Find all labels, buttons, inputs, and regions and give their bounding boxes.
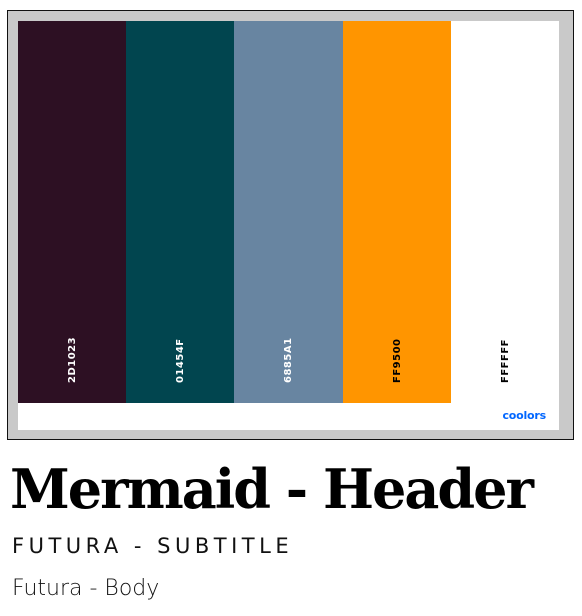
swatch-hex-label: 6885A1 xyxy=(283,337,295,383)
palette-frame: 2D1023 01454F 6885A1 FF9500 FFFFFF coolo… xyxy=(7,10,574,440)
body-font-sample: Futura - Body xyxy=(12,576,160,601)
subtitle-font-sample: FUTURA - SUBTITLE xyxy=(12,534,294,558)
swatch-5[interactable]: FFFFFF xyxy=(450,21,559,403)
swatch-4[interactable]: FF9500 xyxy=(342,21,451,403)
coolors-logo[interactable]: coolors xyxy=(502,409,546,422)
swatch-2[interactable]: 01454F xyxy=(126,21,235,403)
palette-card: 2D1023 01454F 6885A1 FF9500 FFFFFF coolo… xyxy=(18,21,559,430)
swatch-hex-label: FFFFFF xyxy=(499,339,511,383)
header-font-sample: Mermaid - Header xyxy=(10,457,534,521)
swatch-row: 2D1023 01454F 6885A1 FF9500 FFFFFF xyxy=(18,21,559,403)
swatch-1[interactable]: 2D1023 xyxy=(18,21,127,403)
swatch-3[interactable]: 6885A1 xyxy=(234,21,343,403)
swatch-hex-label: 2D1023 xyxy=(67,336,79,383)
swatch-hex-label: FF9500 xyxy=(391,338,403,384)
swatch-hex-label: 01454F xyxy=(175,338,187,383)
